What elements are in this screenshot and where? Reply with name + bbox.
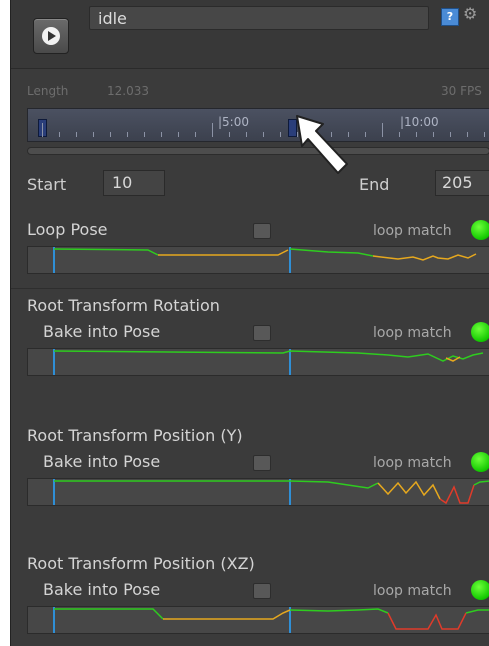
timeline-tick: [467, 132, 468, 137]
loop-match-label: loop match: [373, 325, 452, 341]
help-icon[interactable]: ?: [441, 8, 459, 26]
fps-label: 30 FPS: [441, 84, 482, 98]
tick-label: |10:00: [400, 115, 439, 129]
timeline-tick: [246, 132, 247, 137]
loop-match-curve: [27, 606, 489, 634]
timeline-tick: [416, 132, 417, 137]
length-value: 12.033: [107, 84, 149, 98]
timeline-tick: [127, 132, 128, 137]
bake-into-pose-label: Bake into Pose: [43, 580, 161, 599]
timeline-tick: [178, 132, 179, 137]
loop-pose-checkbox[interactable]: [253, 223, 271, 239]
timeline-tick: [59, 132, 60, 137]
timeline-tick: [382, 123, 383, 137]
loop-match-label: loop match: [373, 583, 452, 599]
end-label: End: [359, 175, 390, 194]
clip-header: idle ? ⚙: [11, 0, 489, 69]
timeline-tick: [212, 123, 213, 137]
timeline-tick: [42, 123, 43, 137]
bake-into-pose-label: Bake into Pose: [43, 452, 161, 471]
loop-match-indicator: [471, 220, 489, 240]
bake-position-y-checkbox[interactable]: [253, 455, 271, 471]
loop-match-indicator: [471, 322, 489, 342]
timeline-tick: [399, 132, 400, 137]
timeline-tick: [110, 132, 111, 137]
timeline-scrollbar[interactable]: [27, 147, 489, 155]
timeline-tick: [365, 132, 366, 137]
root-position-y-label: Root Transform Position (Y): [27, 426, 243, 445]
loop-match-curve: [27, 348, 489, 376]
tick-label: |5:00: [218, 115, 249, 129]
loop-match-indicator: [471, 580, 489, 600]
loop-match-label: loop match: [373, 455, 452, 471]
length-label: Length: [27, 84, 69, 98]
start-label: Start: [27, 175, 67, 194]
loop-match-label: loop match: [373, 223, 452, 239]
timeline-tick: [280, 132, 281, 137]
root-position-xz-label: Root Transform Position (XZ): [27, 554, 255, 573]
pointer-arrow-icon: [296, 115, 348, 174]
timeline-tick: [144, 132, 145, 137]
timeline-tick: [93, 132, 94, 137]
bake-position-xz-checkbox[interactable]: [253, 583, 271, 599]
clip-name-field[interactable]: idle: [89, 6, 429, 30]
loop-match-curve: [27, 478, 489, 506]
gear-icon[interactable]: ⚙: [463, 4, 477, 23]
loop-match-curve: [27, 246, 489, 274]
loop-match-indicator: [471, 452, 489, 472]
play-triangle: [48, 31, 56, 41]
play-button[interactable]: [33, 18, 69, 54]
start-field[interactable]: 10: [103, 170, 165, 196]
clip-inspector-panel: idle ? ⚙ Length 12.033 30 FPS |5:00 |10:…: [10, 0, 489, 646]
timeline-tick: [229, 132, 230, 137]
root-rotation-label: Root Transform Rotation: [27, 296, 220, 315]
timeline-tick: [263, 132, 264, 137]
timeline-tick: [161, 132, 162, 137]
loop-pose-label: Loop Pose: [27, 220, 108, 239]
timeline-tick: [450, 132, 451, 137]
timeline-tick: [195, 132, 196, 137]
timeline-tick: [76, 132, 77, 137]
bake-into-pose-label: Bake into Pose: [43, 322, 161, 341]
bake-rotation-checkbox[interactable]: [253, 325, 271, 341]
timeline-ruler[interactable]: |5:00 |10:00: [27, 108, 489, 142]
timeline-tick: [433, 132, 434, 137]
section-divider: [11, 288, 489, 289]
end-field[interactable]: 205: [435, 170, 489, 196]
timeline-tick: [484, 132, 485, 137]
